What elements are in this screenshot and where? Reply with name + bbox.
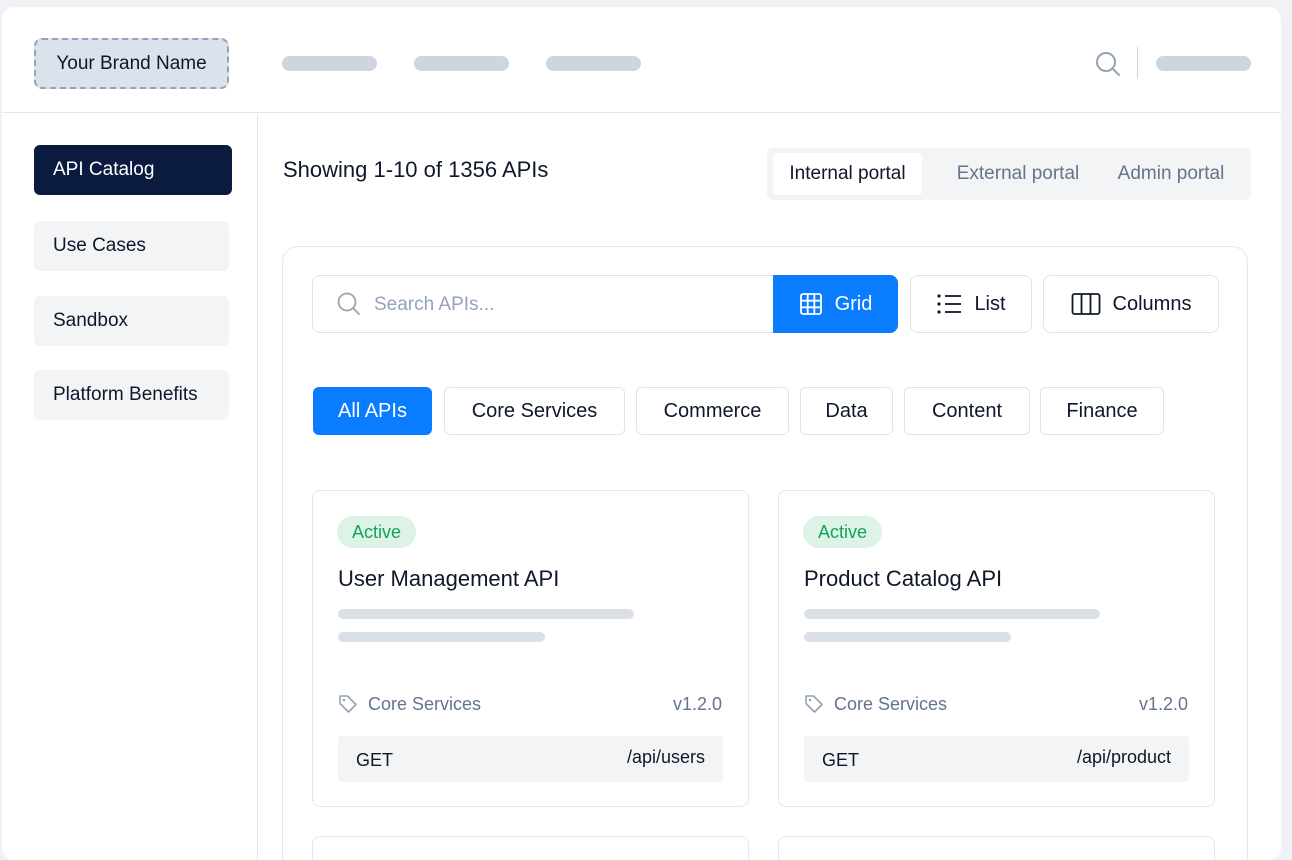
api-category: Core Services <box>368 694 482 714</box>
status-badge: Active <box>803 516 883 548</box>
nav-link-placeholder-3[interactable] <box>546 56 641 71</box>
api-version: v1.2.0 <box>1138 694 1188 714</box>
grid-icon <box>799 293 822 315</box>
search-icon[interactable] <box>1095 51 1121 77</box>
description-placeholder <box>338 609 634 619</box>
filter-all-apis[interactable]: All APIs <box>313 387 432 435</box>
sidebar-item-api-catalog[interactable]: API Catalog <box>34 145 232 195</box>
tab-external-portal[interactable]: External portal <box>942 153 1094 195</box>
results-count: Showing 1-10 of 1356 APIs <box>283 157 549 182</box>
filter-core-services[interactable]: Core Services <box>444 387 625 435</box>
grid-view-button[interactable]: Grid <box>773 275 898 333</box>
portal-switcher: Internal portal External portal Admin po… <box>767 148 1251 200</box>
description-placeholder <box>804 609 1100 619</box>
http-method: GET <box>822 750 860 770</box>
tag-icon <box>805 695 823 713</box>
endpoint-row: GET /api/users <box>338 736 723 782</box>
search-icon <box>337 292 360 315</box>
header-divider <box>1137 47 1138 79</box>
api-title[interactable]: Product Catalog API <box>804 566 1002 592</box>
nav-link-placeholder-1[interactable] <box>282 56 377 71</box>
columns-view-button[interactable]: Columns <box>1043 275 1219 333</box>
list-view-button[interactable]: List <box>910 275 1032 333</box>
api-card[interactable]: Active Product Catalog API Core Services… <box>778 490 1215 807</box>
api-title[interactable]: User Management API <box>338 566 559 592</box>
description-placeholder <box>338 632 545 642</box>
api-card-partial[interactable] <box>312 836 749 860</box>
list-icon <box>937 294 962 314</box>
tab-admin-portal[interactable]: Admin portal <box>1107 153 1235 195</box>
columns-view-label: Columns <box>1112 292 1192 315</box>
app-window: Your Brand Name API Catalog Use Cases Sa… <box>2 7 1281 860</box>
list-view-label: List <box>974 292 1006 315</box>
filter-content[interactable]: Content <box>904 387 1030 435</box>
description-placeholder <box>804 632 1011 642</box>
status-badge: Active <box>337 516 417 548</box>
api-card[interactable]: Active User Management API Core Services… <box>312 490 749 807</box>
endpoint-row: GET /api/product <box>804 736 1189 782</box>
search-input[interactable] <box>374 290 754 320</box>
sidebar-item-use-cases[interactable]: Use Cases <box>34 221 229 271</box>
top-header: Your Brand Name <box>2 7 1281 113</box>
endpoint-path: /api/product <box>1076 747 1171 767</box>
tag-icon <box>339 695 357 713</box>
filter-data[interactable]: Data <box>800 387 893 435</box>
filter-finance[interactable]: Finance <box>1040 387 1164 435</box>
api-category: Core Services <box>834 694 948 714</box>
tab-internal-portal[interactable]: Internal portal <box>773 153 922 195</box>
sidebar: API Catalog Use Cases Sandbox Platform B… <box>2 114 258 860</box>
api-version: v1.2.0 <box>672 694 722 714</box>
endpoint-path: /api/users <box>626 747 705 767</box>
http-method: GET <box>356 750 394 770</box>
columns-icon <box>1071 293 1100 315</box>
user-menu-placeholder[interactable] <box>1156 56 1251 71</box>
api-card-partial[interactable] <box>778 836 1215 860</box>
filter-commerce[interactable]: Commerce <box>636 387 789 435</box>
sidebar-item-sandbox[interactable]: Sandbox <box>34 296 229 346</box>
sidebar-item-platform-benefits[interactable]: Platform Benefits <box>34 370 229 420</box>
grid-view-label: Grid <box>834 292 873 315</box>
brand-logo[interactable]: Your Brand Name <box>34 38 229 89</box>
nav-link-placeholder-2[interactable] <box>414 56 509 71</box>
